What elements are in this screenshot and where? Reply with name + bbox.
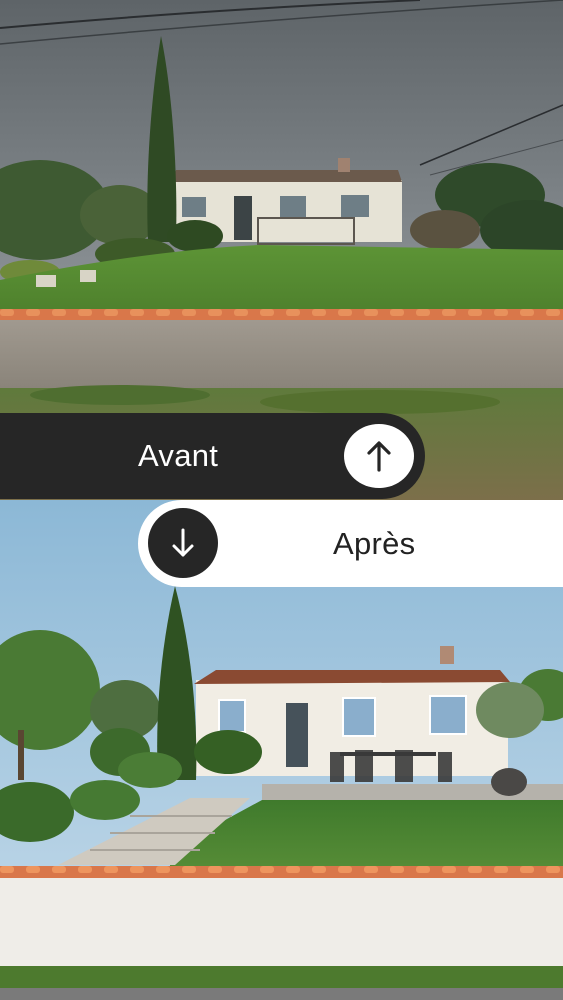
after-label-bar[interactable]: Après [138, 500, 563, 587]
arrow-down-icon[interactable] [148, 508, 218, 578]
before-label-bar[interactable]: Avant [0, 413, 425, 499]
after-label: Après [333, 526, 416, 561]
arrow-up-icon[interactable] [344, 424, 414, 488]
before-label: Avant [138, 438, 219, 473]
